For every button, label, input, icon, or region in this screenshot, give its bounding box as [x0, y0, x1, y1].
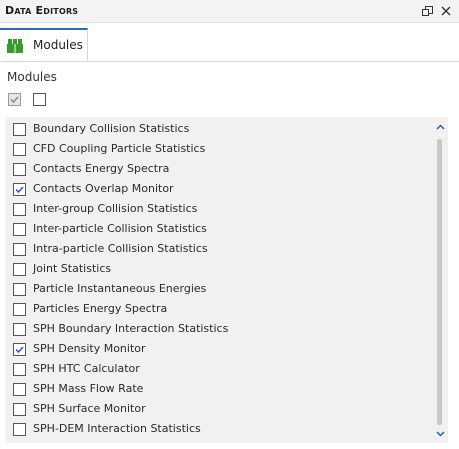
module-label: SPH Surface Monitor: [33, 402, 146, 415]
module-checkbox[interactable]: [13, 183, 26, 196]
tab-label: Modules: [33, 38, 83, 52]
list-item[interactable]: Joint Statistics: [5, 259, 430, 279]
module-label: Joint Statistics: [33, 262, 112, 275]
module-label: Contacts Energy Spectra: [33, 162, 170, 175]
uncheck-all-checkbox[interactable]: [33, 93, 46, 106]
module-checkbox[interactable]: [13, 203, 26, 216]
list-item[interactable]: Boundary Collision Statistics: [5, 119, 430, 139]
module-checkbox[interactable]: [13, 303, 26, 316]
panel-title-bar: Data Editors: [0, 0, 459, 23]
list-item[interactable]: SPH Boundary Interaction Statistics: [5, 319, 430, 339]
module-checkbox[interactable]: [13, 263, 26, 276]
tab-bar: Modules: [0, 23, 459, 62]
list-item[interactable]: SPH HTC Calculator: [5, 359, 430, 379]
list-item[interactable]: Inter-group Collision Statistics: [5, 199, 430, 219]
module-checkbox[interactable]: [13, 223, 26, 236]
panel-title: Data Editors: [5, 4, 79, 17]
module-checkbox[interactable]: [13, 323, 26, 336]
check-all-checkbox[interactable]: [8, 93, 21, 106]
scrollbar-thumb[interactable]: [437, 139, 442, 425]
module-label: Intra-particle Collision Statistics: [33, 242, 208, 255]
module-label: Particle Instantaneous Energies: [33, 282, 207, 295]
module-checkbox[interactable]: [13, 343, 26, 356]
modules-list[interactable]: Boundary Collision Statistics CFD Couplin…: [5, 117, 448, 443]
module-checkbox[interactable]: [13, 123, 26, 136]
list-item[interactable]: SPH-DEM Interaction Statistics: [5, 419, 430, 439]
module-label: Boundary Collision Statistics: [33, 122, 190, 135]
module-checkbox[interactable]: [13, 163, 26, 176]
list-item[interactable]: Particles Energy Spectra: [5, 299, 430, 319]
module-checkbox[interactable]: [13, 423, 26, 436]
module-checkbox[interactable]: [13, 243, 26, 256]
module-label: Particles Energy Spectra: [33, 302, 168, 315]
module-checkbox[interactable]: [13, 143, 26, 156]
close-icon[interactable]: [438, 3, 454, 19]
module-label: CFD Coupling Particle Statistics: [33, 142, 206, 155]
list-item[interactable]: Particle Instantaneous Energies: [5, 279, 430, 299]
tab-modules[interactable]: Modules: [0, 28, 88, 61]
list-item[interactable]: Intra-particle Collision Statistics: [5, 239, 430, 259]
module-label: SPH-DEM Interaction Statistics: [33, 422, 201, 435]
scroll-up-icon[interactable]: [434, 122, 446, 132]
list-item[interactable]: Inter-particle Collision Statistics: [5, 219, 430, 239]
module-label: Inter-group Collision Statistics: [33, 202, 198, 215]
list-item[interactable]: CFD Coupling Particle Statistics: [5, 139, 430, 159]
module-label: SPH Density Monitor: [33, 342, 146, 355]
list-item[interactable]: SPH Density Monitor: [5, 339, 430, 359]
module-label: SPH Boundary Interaction Statistics: [33, 322, 229, 335]
list-item[interactable]: Contacts Overlap Monitor: [5, 179, 430, 199]
module-checkbox[interactable]: [13, 363, 26, 376]
list-item[interactable]: SPH Surface Monitor: [5, 399, 430, 419]
scroll-down-icon[interactable]: [434, 429, 446, 439]
list-item[interactable]: SPH Mass Flow Rate: [5, 379, 430, 399]
float-window-icon[interactable]: [419, 3, 435, 19]
module-label: Inter-particle Collision Statistics: [33, 222, 207, 235]
list-item[interactable]: Contacts Energy Spectra: [5, 159, 430, 179]
modules-blocks-icon: [7, 39, 23, 53]
module-label: SPH Mass Flow Rate: [33, 382, 144, 395]
module-label: SPH HTC Calculator: [33, 362, 140, 375]
module-checkbox[interactable]: [13, 403, 26, 416]
module-checkbox[interactable]: [13, 283, 26, 296]
module-label: Contacts Overlap Monitor: [33, 182, 174, 195]
modules-section-label: Modules: [7, 70, 57, 84]
module-checkbox[interactable]: [13, 383, 26, 396]
